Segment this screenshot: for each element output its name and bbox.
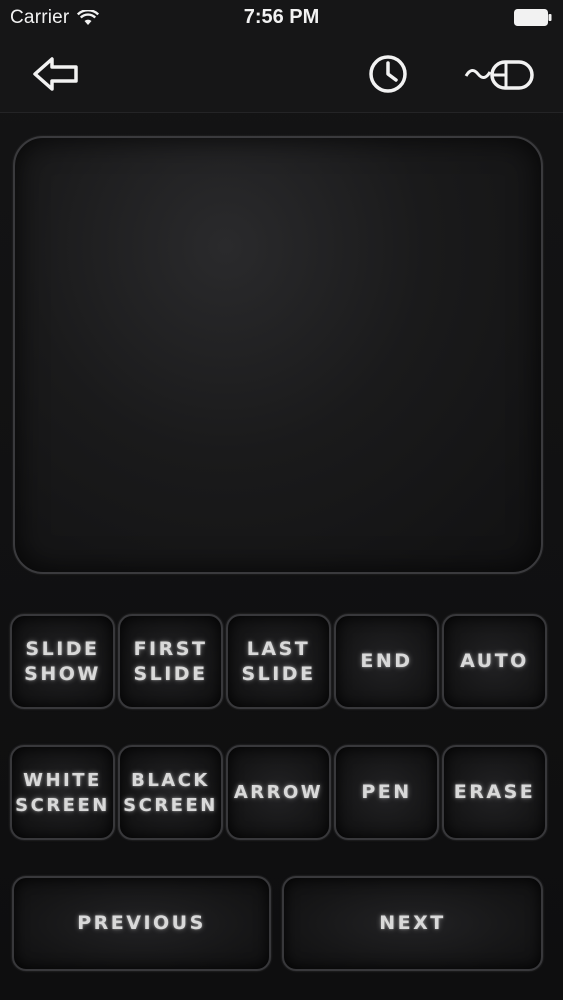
end-button[interactable]: END	[334, 614, 439, 709]
last-slide-button[interactable]: LAST SLIDE	[226, 614, 331, 709]
mouse-mode-button[interactable]	[460, 50, 540, 98]
mouse-icon	[464, 60, 534, 90]
pen-button[interactable]: PEN	[334, 745, 439, 840]
auto-label: AUTO	[460, 650, 529, 672]
next-button[interactable]: NEXT	[282, 876, 543, 971]
first-slide-button[interactable]: FIRST SLIDE	[118, 614, 223, 709]
back-button[interactable]	[26, 50, 86, 98]
presentation-remote-screen: Carrier 7:56 PM SLIDE SHOW FIRST SLIDE L…	[0, 0, 563, 1000]
previous-button[interactable]: PREVIOUS	[12, 876, 271, 971]
end-label: END	[360, 650, 413, 672]
erase-button[interactable]: ERASE	[442, 745, 547, 840]
auto-button[interactable]: AUTO	[442, 614, 547, 709]
battery-icon	[514, 9, 552, 26]
erase-label: ERASE	[453, 781, 536, 803]
white-screen-button[interactable]: WHITE SCREEN	[10, 745, 115, 840]
black-screen-label: BLACK SCREEN	[123, 769, 218, 816]
previous-label: PREVIOUS	[77, 912, 206, 934]
first-slide-label: FIRST SLIDE	[133, 637, 208, 685]
last-slide-label: LAST SLIDE	[241, 637, 316, 685]
slide-show-label: SLIDE SHOW	[24, 637, 101, 685]
arrow-label: ARROW	[233, 782, 324, 803]
navigation-bar	[0, 36, 563, 113]
pen-label: PEN	[361, 781, 412, 803]
white-screen-label: WHITE SCREEN	[15, 769, 110, 816]
arrow-button[interactable]: ARROW	[226, 745, 331, 840]
history-button[interactable]	[362, 50, 414, 98]
status-bar: Carrier 7:56 PM	[0, 0, 563, 36]
back-arrow-icon	[33, 57, 78, 91]
clock-icon	[369, 55, 407, 93]
slide-show-button[interactable]: SLIDE SHOW	[10, 614, 115, 709]
status-time: 7:56 PM	[243, 6, 320, 28]
trackpad-area[interactable]	[13, 136, 543, 574]
next-label: NEXT	[379, 912, 446, 934]
black-screen-button[interactable]: BLACK SCREEN	[118, 745, 223, 840]
